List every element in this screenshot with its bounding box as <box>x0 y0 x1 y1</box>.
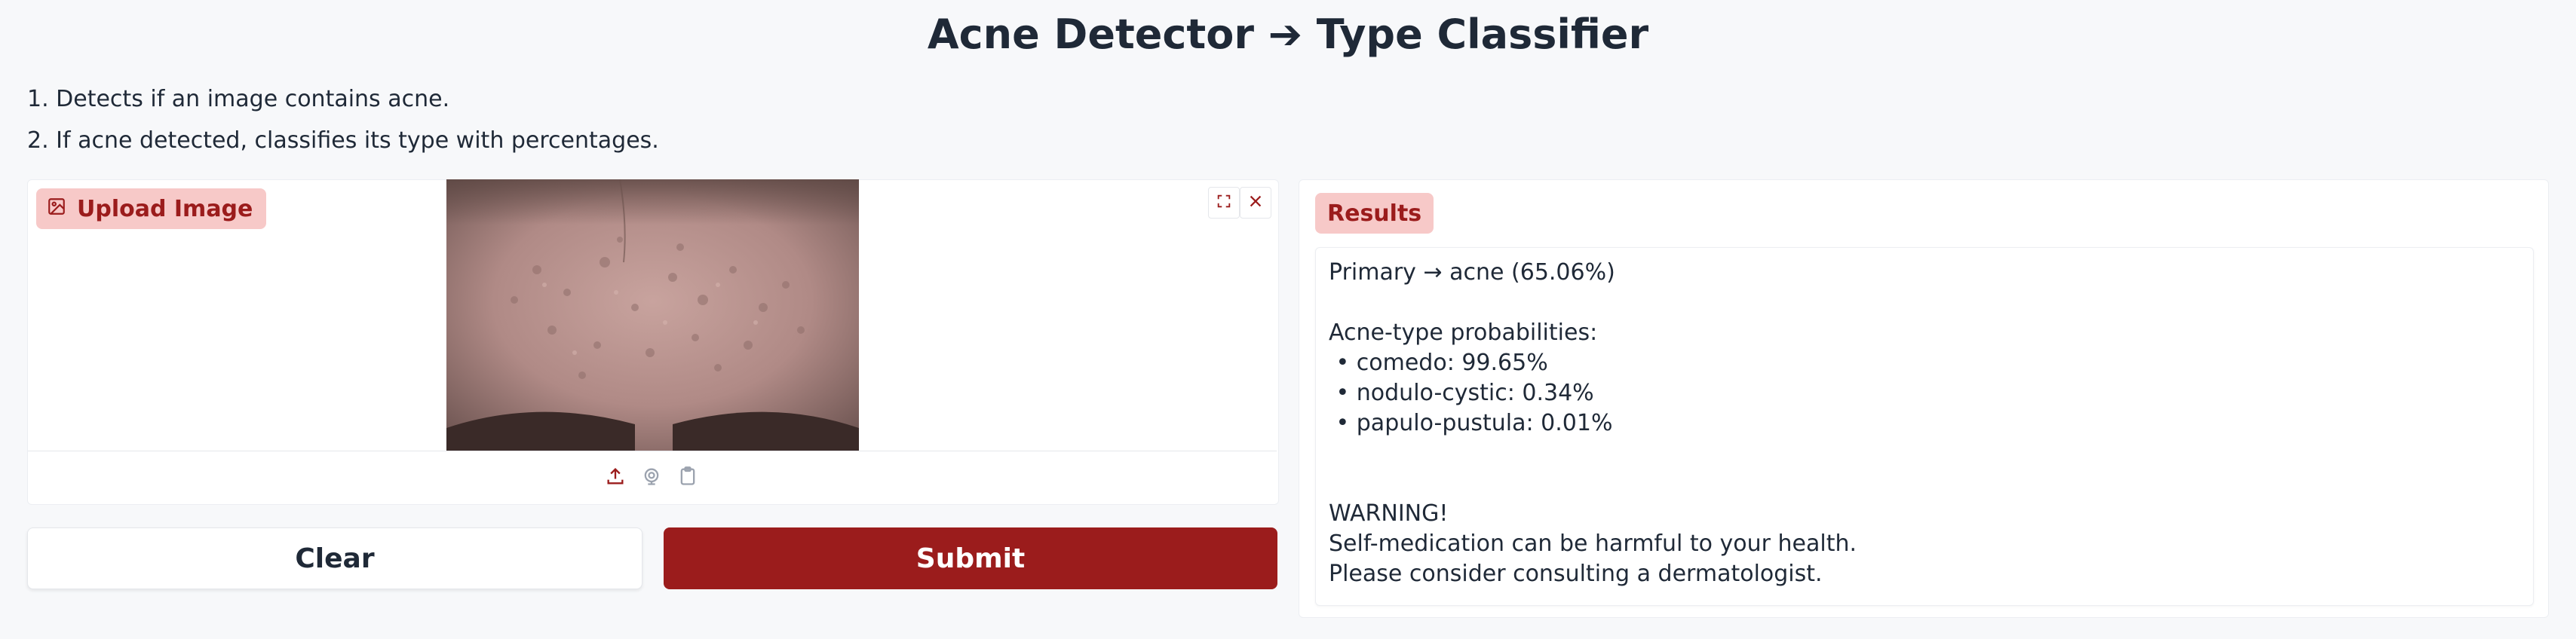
upload-image-label: Upload Image <box>36 188 267 229</box>
fullscreen-button[interactable] <box>1208 187 1240 219</box>
clipboard-source-button[interactable] <box>673 463 703 493</box>
results-label: Results <box>1315 193 1434 234</box>
clipboard-icon <box>677 466 698 490</box>
webcam-source-button[interactable] <box>636 463 667 493</box>
image-icon <box>47 196 66 222</box>
upload-icon <box>605 466 626 490</box>
submit-button[interactable]: Submit <box>664 527 1277 589</box>
page-title: Acne Detector ➔ Type Classifier <box>927 11 1649 58</box>
close-icon <box>1247 193 1264 212</box>
fullscreen-icon <box>1216 193 1232 212</box>
uploaded-image <box>446 179 859 451</box>
webcam-icon <box>641 466 662 490</box>
result-comedo: • comedo: 99.65% <box>1329 350 1548 376</box>
upload-image-label-text: Upload Image <box>77 195 253 222</box>
description-line-2: 2. If acne detected, classifies its type… <box>27 127 659 154</box>
result-papulo-pustula: • papulo-pustula: 0.01% <box>1329 410 1613 436</box>
result-nodulo-cystic: • nodulo-cystic: 0.34% <box>1329 380 1594 406</box>
result-warning-line-2: Please consider consulting a dermatologi… <box>1329 561 1823 587</box>
result-probabilities-heading: Acne-type probabilities: <box>1329 320 1598 346</box>
clear-image-button[interactable] <box>1240 187 1271 219</box>
description-line-1: 1. Detects if an image contains acne. <box>27 86 450 112</box>
clear-button[interactable]: Clear <box>27 527 642 589</box>
result-primary: Primary → acne (65.06%) <box>1329 259 1615 286</box>
upload-source-button[interactable] <box>600 463 630 493</box>
result-warning: WARNING! <box>1329 500 1449 527</box>
result-warning-line-1: Self-medication can be harmful to your h… <box>1329 530 1857 557</box>
